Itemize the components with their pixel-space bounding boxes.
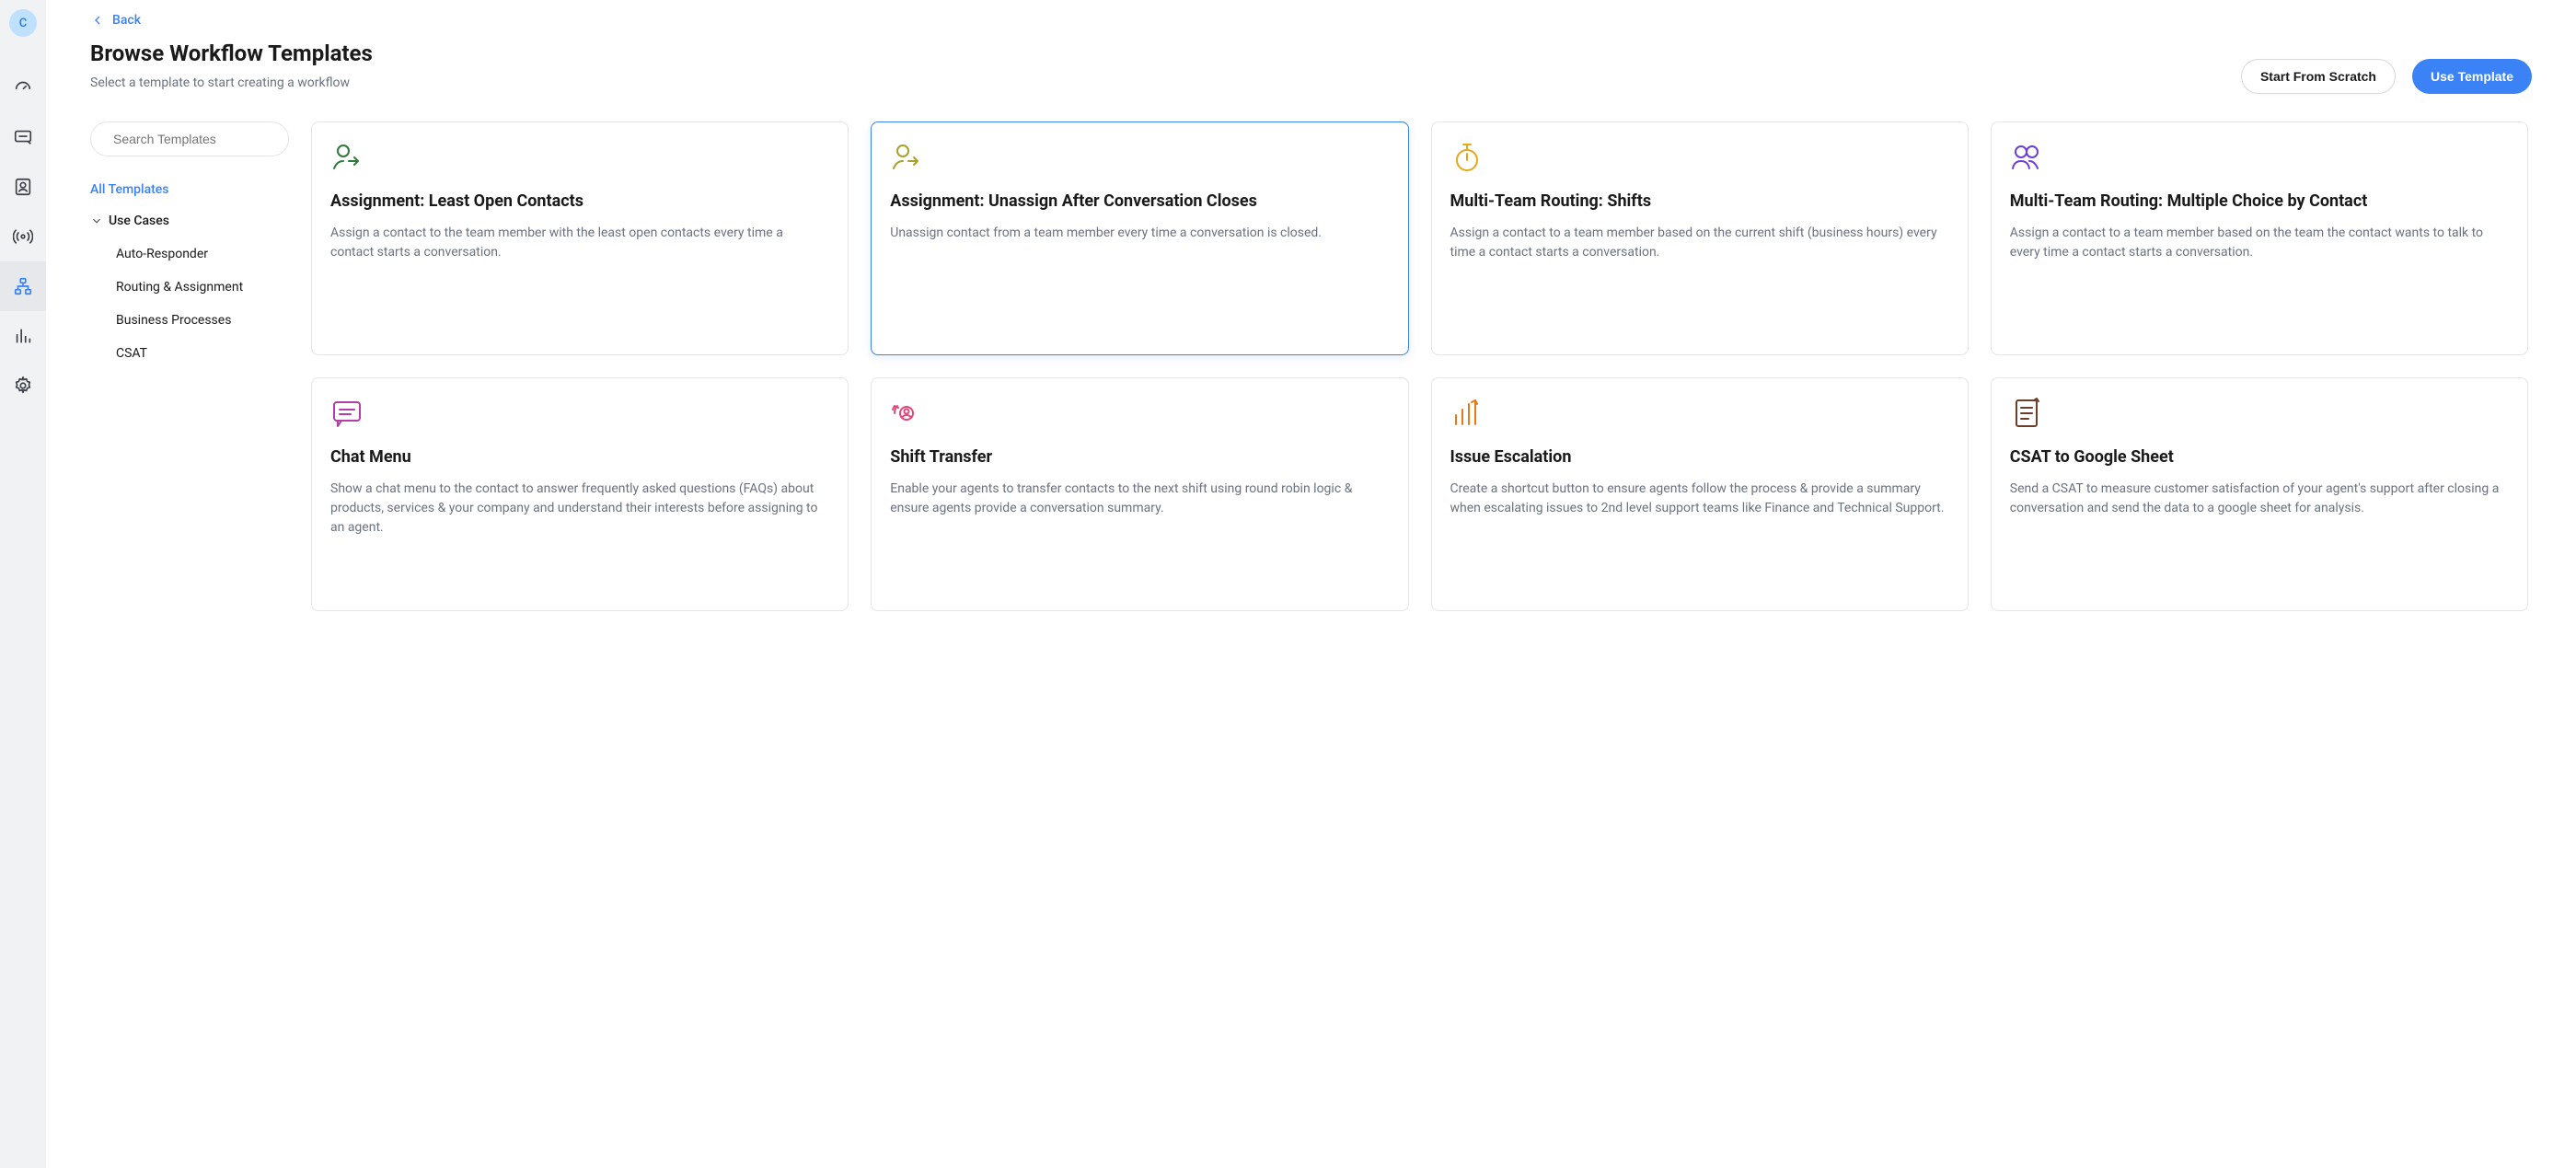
page-title: Browse Workflow Templates [90, 40, 2241, 66]
template-description: Assign a contact to a team member based … [1450, 224, 1949, 262]
main-content: Back Browse Workflow Templates Select a … [46, 0, 2576, 1168]
template-title: Multi-Team Routing: Shifts [1450, 191, 1949, 213]
template-title: Issue Escalation [1450, 446, 1949, 468]
template-card-assign-least-open[interactable]: Assignment: Least Open Contacts Assign a … [311, 121, 849, 355]
nav-contacts[interactable] [0, 162, 46, 212]
page-header: Back Browse Workflow Templates Select a … [46, 0, 2576, 94]
filter-all-templates[interactable]: All Templates [90, 175, 289, 204]
nav-dashboard[interactable] [0, 63, 46, 112]
template-card-shift-transfer[interactable]: Shift Transfer Enable your agents to tran… [871, 377, 1408, 611]
template-title: Assignment: Unassign After Conversation … [890, 191, 1389, 213]
chevron-down-icon [90, 214, 103, 227]
template-card-csat-gsheet[interactable]: CSAT to Google Sheet Send a CSAT to measu… [1991, 377, 2528, 611]
template-description: Enable your agents to transfer contacts … [890, 480, 1389, 518]
template-card-multi-team-choice[interactable]: Multi-Team Routing: Multiple Choice by C… [1991, 121, 2528, 355]
nav-workflows[interactable] [0, 261, 46, 311]
template-title: Shift Transfer [890, 446, 1389, 468]
filter-item-routing-assignment[interactable]: Routing & Assignment [90, 271, 289, 304]
chevron-left-icon [90, 13, 105, 28]
template-description: Unassign contact from a team member ever… [890, 224, 1389, 243]
user-rotate-icon [890, 397, 923, 430]
template-card-chat-menu[interactable]: Chat Menu Show a chat menu to the contact… [311, 377, 849, 611]
template-card-multi-team-shifts[interactable]: Multi-Team Routing: Shifts Assign a conta… [1431, 121, 1969, 355]
left-nav: C [0, 0, 46, 1168]
template-description: Assign a contact to a team member based … [2010, 224, 2509, 262]
message-icon [13, 127, 33, 147]
stopwatch-icon [1450, 141, 1484, 174]
user-arrow-icon [890, 141, 923, 174]
template-description: Assign a contact to the team member with… [330, 224, 829, 262]
gear-icon [13, 376, 33, 396]
filter-item-auto-responder[interactable]: Auto-Responder [90, 237, 289, 271]
user-arrow-icon [330, 141, 364, 174]
contact-icon [13, 177, 33, 197]
filter-item-business-processes[interactable]: Business Processes [90, 304, 289, 337]
chat-bubble-icon [330, 397, 364, 430]
template-title: Assignment: Least Open Contacts [330, 191, 829, 213]
template-title: Multi-Team Routing: Multiple Choice by C… [2010, 191, 2509, 213]
search-box[interactable] [90, 121, 289, 156]
filter-panel: All Templates Use Cases Auto-ResponderRo… [90, 121, 289, 1168]
search-input[interactable] [113, 132, 280, 146]
template-card-assign-unassign-close[interactable]: Assignment: Unassign After Conversation … [871, 121, 1408, 355]
templates-scroll-area[interactable]: Assignment: Least Open Contacts Assign a … [311, 121, 2532, 1168]
bars-icon [13, 326, 33, 346]
gauge-icon [13, 77, 33, 98]
template-card-issue-escalation[interactable]: Issue Escalation Create a shortcut button… [1431, 377, 1969, 611]
users-icon [2010, 141, 2043, 174]
template-description: Send a CSAT to measure customer satisfac… [2010, 480, 2509, 518]
workflow-icon [13, 276, 33, 296]
templates-grid: Assignment: Least Open Contacts Assign a … [311, 121, 2528, 648]
nav-broadcast[interactable] [0, 212, 46, 261]
bars-up-icon [1450, 397, 1484, 430]
antenna-icon [13, 226, 33, 247]
template-description: Show a chat menu to the contact to answe… [330, 480, 829, 538]
document-check-icon [2010, 397, 2043, 430]
filter-group-use-cases[interactable]: Use Cases [90, 204, 289, 237]
use-template-button[interactable]: Use Template [2412, 59, 2532, 94]
back-label: Back [112, 13, 141, 28]
nav-analytics[interactable] [0, 311, 46, 361]
template-description: Create a shortcut button to ensure agent… [1450, 480, 1949, 518]
nav-messages[interactable] [0, 112, 46, 162]
filter-group-label: Use Cases [109, 214, 169, 228]
template-title: CSAT to Google Sheet [2010, 446, 2509, 468]
template-title: Chat Menu [330, 446, 829, 468]
header-actions: Start From Scratch Use Template [2241, 59, 2532, 94]
start-from-scratch-button[interactable]: Start From Scratch [2241, 59, 2396, 94]
nav-settings[interactable] [0, 361, 46, 411]
filter-item-csat[interactable]: CSAT [90, 337, 289, 370]
avatar[interactable]: C [9, 9, 37, 37]
back-link[interactable]: Back [90, 13, 141, 28]
page-subtitle: Select a template to start creating a wo… [90, 75, 2241, 90]
